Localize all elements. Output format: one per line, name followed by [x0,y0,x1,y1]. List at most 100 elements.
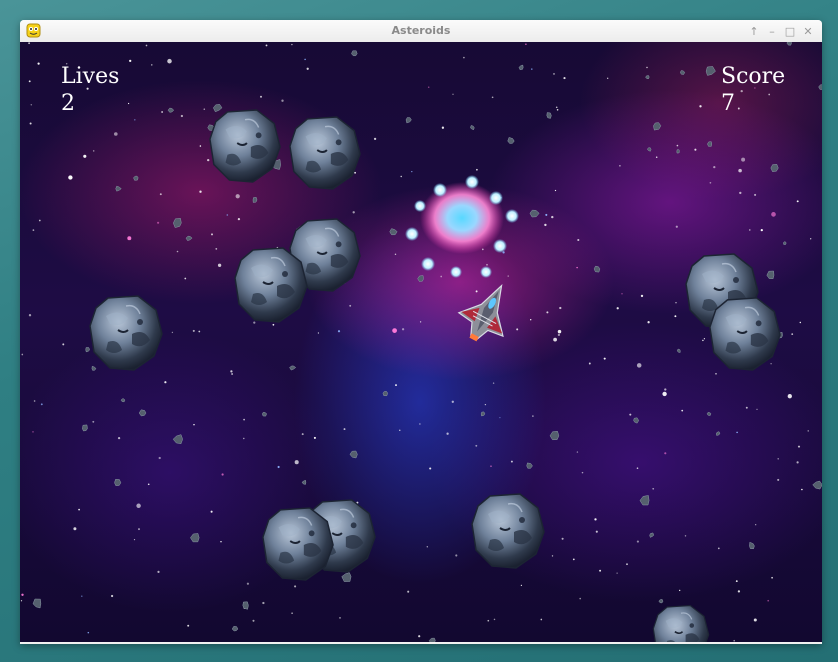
star [755,524,757,526]
star [525,43,527,45]
debris [645,75,650,79]
debris [405,117,412,124]
star [243,437,245,440]
star [619,164,621,167]
star [73,527,77,531]
debris [549,430,560,441]
star [294,585,297,588]
star [81,595,83,597]
star [676,144,679,147]
star [556,109,559,111]
star [243,418,245,421]
debris [480,411,486,417]
star [40,403,43,406]
star [231,373,234,375]
star [260,95,262,98]
star [407,590,410,593]
star [392,328,397,333]
star [37,62,40,65]
star [265,44,268,47]
debris [167,107,175,113]
debris [706,412,712,416]
star [797,445,801,448]
star [211,233,213,236]
star [304,58,306,61]
star [621,293,623,295]
minimize-button[interactable]: – [764,23,780,39]
star [29,122,32,125]
star [252,619,255,622]
star [735,580,738,583]
star [499,416,501,419]
star [791,333,794,335]
star [277,465,280,469]
star [281,99,284,102]
star [32,229,35,231]
star [294,460,299,465]
star [664,388,667,391]
star [557,333,561,337]
star [262,601,265,605]
star [674,315,677,318]
star [203,108,206,110]
star [301,433,304,436]
star [702,339,704,342]
debris [783,241,787,245]
star [796,200,799,203]
star [395,384,397,387]
star [455,554,458,557]
star [532,415,534,417]
star [313,436,316,439]
debris [649,532,655,538]
debris [470,125,475,131]
maximize-button[interactable]: □ [782,23,798,39]
debris [190,533,200,543]
star [30,104,33,106]
star [807,430,809,432]
star [636,363,642,368]
close-button[interactable]: ✕ [800,23,816,39]
star [145,44,148,47]
star [681,409,684,412]
star [138,528,140,531]
star [134,119,136,121]
star [306,67,309,70]
star [158,456,161,460]
star [579,597,581,600]
star [475,444,478,447]
star [87,631,90,634]
asteroid [706,296,784,372]
star [616,307,619,310]
debris [593,265,601,273]
title-bar[interactable]: Asteroids ↑ – □ ✕ [20,20,822,43]
game-canvas[interactable]: Lives 2 Score 7 [20,42,822,642]
debris [639,495,650,506]
star [352,211,355,214]
star [129,59,132,63]
star [246,582,250,585]
keep-above-button[interactable]: ↑ [746,23,762,39]
star [555,106,558,109]
star [699,105,702,108]
lives-value: 2 [61,91,75,116]
star [540,618,543,621]
spaceship-icon[interactable] [452,278,522,348]
asteroid [288,114,362,192]
star [199,145,202,147]
star [760,228,763,232]
star [68,175,73,180]
star [291,43,293,46]
debris [172,434,183,445]
star [452,93,454,95]
asteroid [260,506,336,582]
star [545,213,548,216]
star [187,624,190,627]
star [531,68,533,70]
star [599,569,602,572]
star [349,304,352,307]
debris [185,235,193,242]
star [777,458,779,460]
star [777,478,780,481]
debris [705,66,716,76]
star [38,219,41,222]
